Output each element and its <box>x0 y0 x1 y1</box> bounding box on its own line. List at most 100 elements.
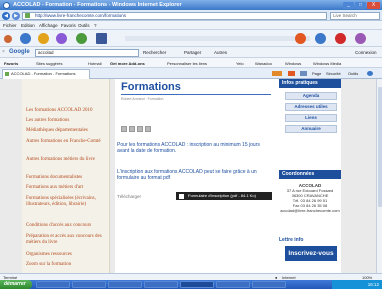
help-icon[interactable] <box>367 71 373 76</box>
taskbar-item-7[interactable] <box>252 281 286 288</box>
tab-accolad[interactable]: ACCOLAD - Formation - Formations <box>2 69 90 79</box>
share-icon[interactable] <box>145 126 151 132</box>
sidebar-item-specialisees[interactable]: Formations spécialisées (écrivains, illu… <box>26 196 108 208</box>
taskbar-item-ie-active[interactable] <box>180 281 214 288</box>
sidebar-item-conditions-concours[interactable]: Conditions d'accès aux concours <box>26 223 108 229</box>
chat-icon[interactable] <box>56 33 67 44</box>
back-icon[interactable]: ◀ <box>2 11 10 20</box>
sidebar-item-autres-formations[interactable]: Les autres formations <box>26 118 108 124</box>
download-file-name: Formulaire d'inscription (pdf - 84.1 Ko) <box>188 193 256 198</box>
menu-affichage[interactable]: Affichage <box>39 23 58 28</box>
scrollbar-thumb[interactable] <box>377 87 382 207</box>
contact-email[interactable]: accolad@livre-franchecomte.com <box>279 208 341 213</box>
taskbar-item-3[interactable] <box>108 281 142 288</box>
mail-icon[interactable] <box>76 33 87 44</box>
vertical-scrollbar[interactable] <box>376 79 382 273</box>
close-window-button[interactable]: X <box>367 1 380 9</box>
page-menu[interactable]: Page <box>312 71 321 76</box>
sidebar-item-zoom[interactable]: Zoom sur la formation <box>26 262 108 268</box>
download-pdf-link[interactable]: Formulaire d'inscription (pdf - 84.1 Ko) <box>176 192 272 200</box>
subscribe-button[interactable]: Inscrivez-vous <box>285 246 337 261</box>
email-page-icon[interactable] <box>129 126 135 132</box>
start-button[interactable]: démarrer <box>0 280 32 289</box>
rss-icon[interactable] <box>295 33 306 44</box>
coordonnees-heading: Coordonnées <box>279 170 341 179</box>
windows-taskbar: démarrer 16:12 <box>0 280 382 289</box>
tab-row: ACCOLAD - Formation - Formations Page Sé… <box>0 68 382 79</box>
url-input[interactable]: http://www.livre-franchecomte.com/format… <box>22 11 327 20</box>
close-google-bar-icon[interactable]: × <box>2 49 5 55</box>
facebook-icon[interactable] <box>96 33 107 44</box>
adresses-utiles-button[interactable]: Adresses utiles <box>285 103 337 111</box>
address-bar: ◀ ▶ http://www.livre-franchecomte.com/fo… <box>0 10 382 21</box>
intro-paragraph: Pour les formations ACCOLAD : inscriptio… <box>117 142 260 154</box>
forward-icon[interactable]: ▶ <box>12 11 20 20</box>
annuaire-button[interactable]: Annuaire <box>285 125 337 133</box>
fav-get-addons[interactable]: Get more Add-ons <box>110 61 145 66</box>
menu-favoris[interactable]: Favoris <box>61 23 76 28</box>
google-toolbar: × Google accolad Rechercher Partager Aut… <box>0 47 382 58</box>
print-page-icon[interactable] <box>121 126 127 132</box>
tab-label: ACCOLAD - Formation - Formations <box>11 71 76 76</box>
sidebar-item-accolad-2010[interactable]: Les formations ACCOLAD 2010 <box>26 108 108 114</box>
globe-icon[interactable] <box>20 33 31 44</box>
feeds-icon[interactable] <box>288 71 295 76</box>
sidebar-item-mediatheques[interactable]: Médiathèques départementales <box>26 128 108 134</box>
sidebar-item-preparation-concours[interactable]: Préparation et accès aux concours des mé… <box>26 234 108 246</box>
taskbar-item-2[interactable] <box>72 281 106 288</box>
sidebar-nav: Les formations ACCOLAD 2010 Les autres f… <box>22 79 110 273</box>
home-icon[interactable] <box>272 71 282 76</box>
favorites-button[interactable]: Favoris <box>4 61 18 66</box>
google-search-button[interactable]: Rechercher <box>143 50 166 55</box>
font-size-icon[interactable] <box>137 126 143 132</box>
weather-icon[interactable] <box>315 33 326 44</box>
fav-windows-media[interactable]: Windows Media <box>313 61 341 66</box>
sidebar-item-documentalistes[interactable]: Formations documentalistes <box>26 175 108 181</box>
menu-edition[interactable]: Edition <box>21 23 35 28</box>
google-logo: Google <box>9 49 30 55</box>
google-more-button[interactable]: Autres <box>214 50 227 55</box>
google-search-input[interactable]: accolad <box>35 48 139 57</box>
live-search-input[interactable]: Live Search <box>330 11 380 20</box>
menu-help[interactable]: ? <box>94 23 97 28</box>
music-icon[interactable] <box>355 33 366 44</box>
sidebar-item-metiers-art[interactable]: Formations aux métiers d'art <box>26 185 108 191</box>
sidebar-item-metiers-livre[interactable]: Autres formations métiers du livre <box>26 157 108 163</box>
maximize-button[interactable]: □ <box>355 1 366 9</box>
minimize-button[interactable]: _ <box>343 1 354 9</box>
taskbar-item-1[interactable] <box>36 281 70 288</box>
fav-wanadoo[interactable]: Wanadoo <box>255 61 272 66</box>
favorites-bar: Favoris Sites suggérés Hotmail Get more … <box>0 58 382 68</box>
sidebar-item-franche-comte[interactable]: Autres formations en Franche-Comté <box>26 139 108 145</box>
window-titlebar: ACCOLAD - Formation - Formations - Windo… <box>0 0 382 10</box>
google-share-button[interactable]: Partager <box>184 50 201 55</box>
taskbar-item-4[interactable] <box>144 281 178 288</box>
site-favicon-icon <box>25 13 30 19</box>
close-toolbar-icon[interactable] <box>4 35 12 43</box>
addon-toolbar <box>0 30 382 47</box>
tools-menu[interactable]: Outils <box>348 71 358 76</box>
google-login-button[interactable]: Connexion <box>355 50 377 55</box>
newsletter-label: Lettre info <box>279 237 304 243</box>
star-icon[interactable] <box>38 33 49 44</box>
print-icon[interactable] <box>300 71 307 76</box>
main-article: Formations Robert Armand · Formation Pou… <box>115 79 277 273</box>
menu-bar: Fichier Edition Affichage Favoris Outils… <box>0 21 382 30</box>
taskbar-item-6[interactable] <box>216 281 250 288</box>
agenda-button[interactable]: Agenda <box>285 92 337 100</box>
fav-windows[interactable]: Windows <box>285 61 301 66</box>
fav-suggested-sites[interactable]: Sites suggérés <box>36 61 62 66</box>
fav-customize-links[interactable]: Personnaliser les liens <box>167 61 207 66</box>
clock: 16:12 <box>367 282 379 287</box>
sidebar-item-organismes[interactable]: Organismes ressources <box>26 252 108 258</box>
toolbar-spacer <box>125 36 310 41</box>
fav-hotmail[interactable]: Hotmail <box>88 61 102 66</box>
news-icon[interactable] <box>335 33 346 44</box>
title-underline <box>121 94 271 95</box>
fav-yelo[interactable]: Yelo <box>236 61 244 66</box>
security-menu[interactable]: Sécurité <box>326 71 341 76</box>
menu-fichier[interactable]: Fichier <box>3 23 17 28</box>
liens-button[interactable]: Liens <box>285 114 337 122</box>
menu-outils[interactable]: Outils <box>78 23 90 28</box>
system-tray: 16:12 <box>332 280 382 289</box>
